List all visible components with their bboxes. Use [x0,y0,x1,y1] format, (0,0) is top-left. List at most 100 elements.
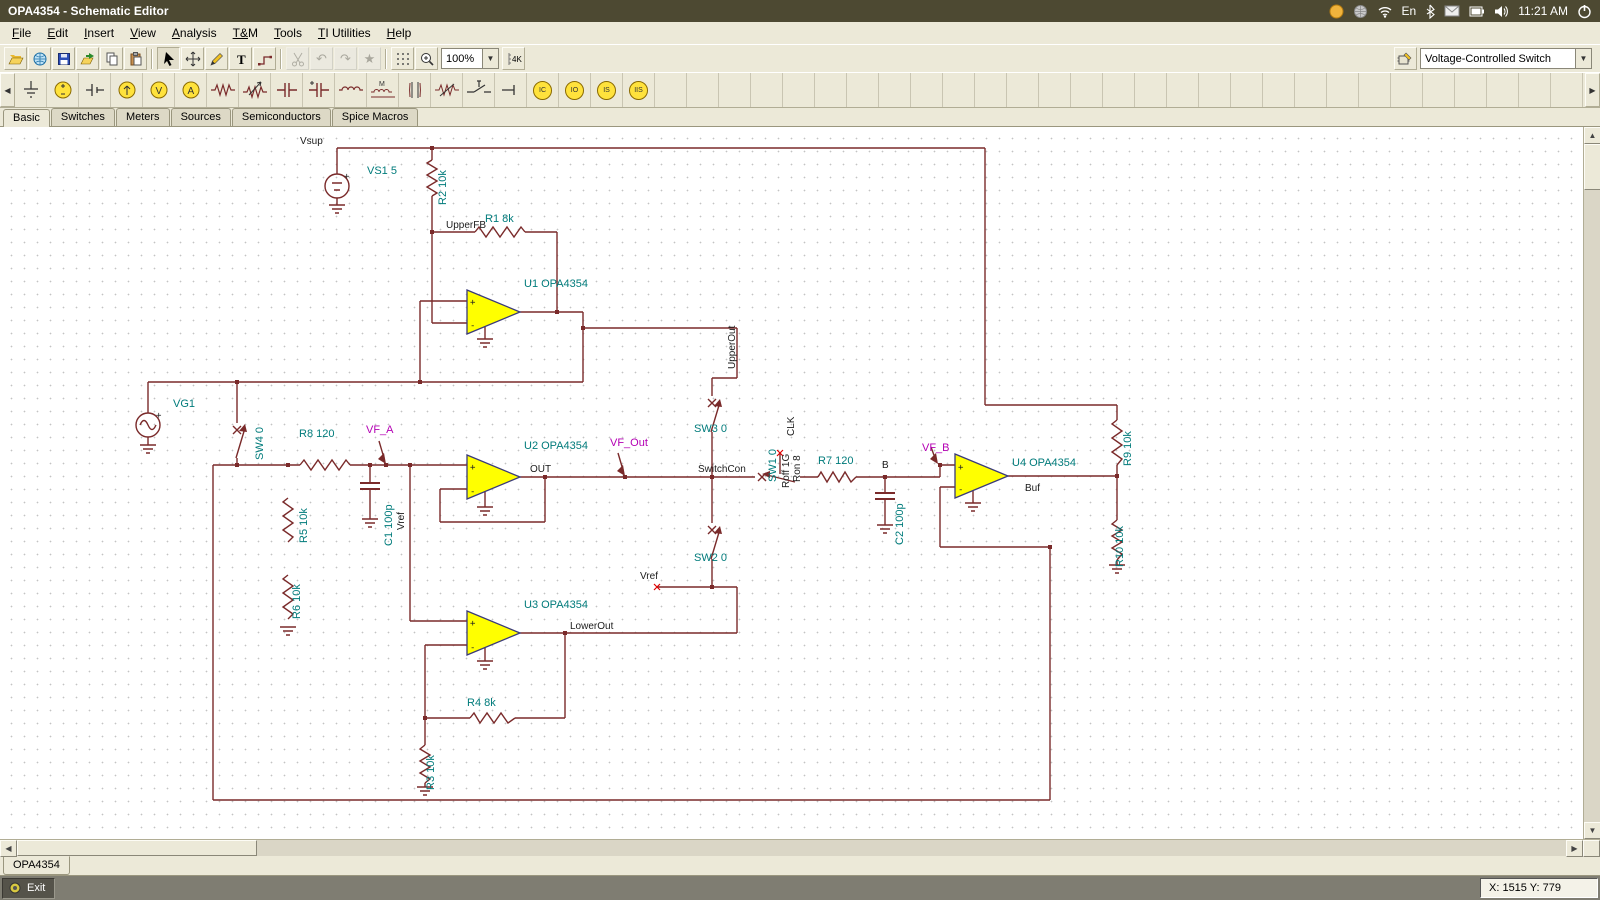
zoom-tool-button[interactable] [415,47,438,70]
schematic-label-vref[interactable]: Vref [396,512,407,530]
schematic-label-vf-b[interactable]: VF_B [922,442,950,454]
schematic-label-vf-out[interactable]: VF_Out [610,437,648,449]
zoom-level-select[interactable]: 100% ▼ [441,48,499,69]
schematic-label-r5-10k[interactable]: R5 10k [298,508,310,543]
menu-file[interactable]: File [4,23,39,43]
h-scroll-track[interactable] [17,840,1566,856]
probe-vf-out[interactable] [617,453,625,476]
schematic-label-r7-120[interactable]: R7 120 [818,455,853,467]
capacitor-c2[interactable] [875,493,895,499]
grid-toggle-button[interactable] [391,47,414,70]
schematic-label-c1-100p[interactable]: C1 100p [383,504,395,546]
schematic-label-r4-8k[interactable]: R4 8k [467,697,496,709]
component-controlled-source-iis[interactable]: IIS [623,73,655,107]
switch-sw4[interactable] [233,424,247,458]
schematic-drawing[interactable]: + + +- +- +- +- [0,127,1583,839]
component-controlled-source-ic[interactable]: IC [527,73,559,107]
schematic-label-u1-opa4354[interactable]: U1 OPA4354 [524,278,588,290]
keyboard-layout-indicator[interactable]: En [1402,4,1417,18]
text-tool-button[interactable]: T [229,47,252,70]
menu-help[interactable]: Help [379,23,420,43]
opamp-u3[interactable]: +- [467,611,520,655]
menu-view[interactable]: View [122,23,164,43]
schematic-label-vf-a[interactable]: VF_A [366,424,394,436]
component-polarized-capacitor[interactable] [303,73,335,107]
component-controlled-source-is[interactable]: IS [591,73,623,107]
scroll-left-button[interactable]: ◀ [0,73,15,107]
schematic-label-b[interactable]: B [882,460,889,471]
h-scroll-thumb[interactable] [17,840,257,856]
schematic-label-r6-10k[interactable]: R6 10k [291,584,303,619]
schematic-label-u4-opa4354[interactable]: U4 OPA4354 [1012,457,1076,469]
component-voltmeter[interactable]: V [143,73,175,107]
scroll-left-button[interactable]: ◀ [0,840,17,857]
component-potentiometer[interactable] [239,73,271,107]
schematic-label-switchcon[interactable]: SwitchCon [698,464,746,475]
component-connection-pin[interactable] [495,73,527,107]
tab-spice-macros[interactable]: Spice Macros [332,108,419,126]
wifi-icon[interactable] [1377,4,1393,18]
network-globe-icon[interactable] [1353,4,1368,19]
component-current-source[interactable] [111,73,143,107]
resistor-r5[interactable] [283,498,293,542]
component-coupled-inductor[interactable]: M [367,73,399,107]
source-vs1[interactable]: + [325,172,350,198]
sheet-tab-opa4354[interactable]: OPA4354 [3,856,70,875]
h-scrollbar[interactable]: ◀ ▶ [0,839,1600,856]
battery-icon[interactable] [1469,6,1485,17]
component-voltage-source[interactable] [47,73,79,107]
component-trimmer[interactable] [431,73,463,107]
schematic-label-sw3-0[interactable]: SW3 0 [694,423,727,435]
schematic-label-u3-opa4354[interactable]: U3 OPA4354 [524,599,588,611]
export-button[interactable] [76,47,99,70]
component-ground[interactable] [15,73,47,107]
component-battery[interactable] [79,73,111,107]
copy-button[interactable] [100,47,123,70]
mail-icon[interactable] [1444,5,1460,17]
source-vg1[interactable]: + [136,411,162,437]
resistor-r7[interactable] [818,472,856,482]
component-resistor[interactable] [207,73,239,107]
schematic-label-buf[interactable]: Buf [1025,483,1040,494]
schematic-label-ron-8[interactable]: Ron 8 [792,455,803,482]
opamp-u2[interactable]: +- [467,455,520,499]
exit-button[interactable]: Exit [2,878,55,899]
resistor-r9[interactable] [1112,420,1122,465]
menu-ti-utilities[interactable]: TI Utilities [310,23,379,43]
resistor-r8[interactable] [300,460,350,470]
tab-meters[interactable]: Meters [116,108,170,126]
schematic-label-u2-opa4354[interactable]: U2 OPA4354 [524,440,588,452]
scroll-right-button[interactable]: ▶ [1566,840,1583,857]
v-scrollbar[interactable]: ▲ ▼ [1583,127,1600,839]
menu-analysis[interactable]: Analysis [164,23,225,43]
schematic-label-sw2-0[interactable]: SW2 0 [694,552,727,564]
schematic-label-roff-1g[interactable]: Roff 1G [781,454,792,488]
schematic-label-r1-8k[interactable]: R1 8k [485,213,514,225]
edit-tool-button[interactable] [205,47,228,70]
schematic-label-upperout[interactable]: UpperOut [727,325,738,369]
tab-semiconductors[interactable]: Semiconductors [232,108,331,126]
capacitor-c1[interactable] [360,483,380,489]
paste-button[interactable] [124,47,147,70]
schematic-label-r3-10k[interactable]: R3 10k [425,755,437,790]
component-inductor[interactable] [335,73,367,107]
menu-edit[interactable]: Edit [39,23,76,43]
tab-switches[interactable]: Switches [51,108,115,126]
component-select[interactable]: Voltage-Controlled Switch ▼ [1420,48,1592,69]
chevron-down-icon[interactable]: ▼ [482,49,498,68]
schematic-label-vref[interactable]: Vref [640,571,658,582]
find-component-button[interactable] [1394,47,1417,70]
schematic-label-lowerout[interactable]: LowerOut [570,621,614,632]
schematic-label-sw1-0[interactable]: SW1 0 [767,449,779,482]
scroll-right-button[interactable]: ▶ [1585,73,1600,107]
component-switch[interactable] [463,73,495,107]
opamp-u4[interactable]: +- [955,454,1008,498]
bluetooth-icon[interactable] [1425,4,1435,19]
schematic-label-vg1[interactable]: VG1 [173,398,195,410]
probe-vf-a[interactable] [378,441,386,464]
schematic-label-c2-100p[interactable]: C2 100p [894,503,906,545]
tab-basic[interactable]: Basic [3,109,50,127]
schematic-label-sw4-0[interactable]: SW4 0 [254,427,266,460]
chevron-down-icon[interactable]: ▼ [1575,49,1591,68]
wire-tool-button[interactable] [253,47,276,70]
